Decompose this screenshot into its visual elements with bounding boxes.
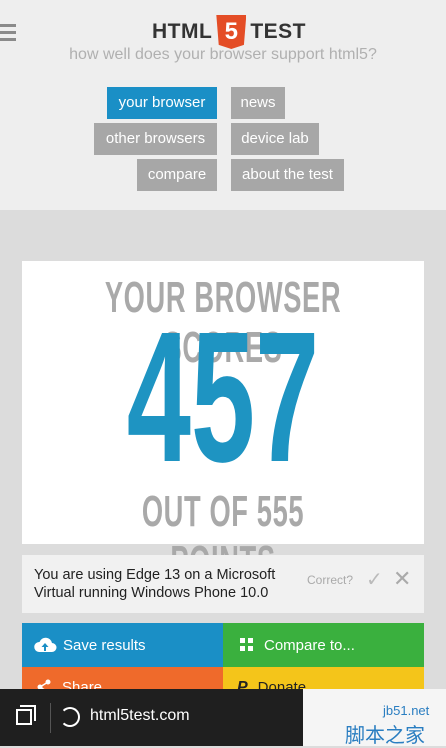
- refresh-icon[interactable]: [60, 707, 80, 727]
- address-url[interactable]: html5test.com: [90, 707, 190, 725]
- logo-html-text: HTML: [152, 20, 213, 43]
- browser-info-box: You are using Edge 13 on a Microsoft Vir…: [22, 555, 424, 613]
- site-header: HTML 5 TEST how well does your browser s…: [0, 0, 446, 210]
- score-card: YOUR BROWSER SCORES 457 OUT OF 555 POINT…: [22, 261, 424, 586]
- divider: [50, 703, 51, 733]
- site-logo[interactable]: HTML 5 TEST: [152, 15, 306, 49]
- watermark: jb51.net 脚本之家: [303, 689, 446, 747]
- nav-device-lab[interactable]: device lab: [231, 123, 319, 155]
- close-icon[interactable]: ✕: [393, 566, 411, 592]
- tabs-icon[interactable]: [16, 709, 32, 725]
- hamburger-menu-icon[interactable]: [0, 24, 16, 42]
- watermark-url: jb51.net: [383, 703, 430, 718]
- browser-info-text: You are using Edge 13 on a Microsoft Vir…: [34, 567, 276, 601]
- save-results-label: Save results: [63, 636, 146, 654]
- cloud-upload-icon: [34, 637, 57, 652]
- nav-news[interactable]: news: [231, 87, 285, 119]
- correct-label: Correct?: [307, 573, 354, 587]
- html5-shield-icon: 5: [216, 15, 247, 49]
- browser-address-bar: html5test.com: [0, 689, 303, 746]
- nav-compare[interactable]: compare: [137, 159, 217, 191]
- tagline: how well does your browser support html5…: [69, 46, 377, 63]
- logo-test-text: TEST: [250, 20, 306, 43]
- compare-to-button[interactable]: Compare to...: [223, 623, 424, 667]
- score-value: 457: [126, 294, 320, 501]
- nav-other-browsers[interactable]: other browsers: [94, 123, 217, 155]
- watermark-site-name: 脚本之家: [345, 725, 425, 747]
- compare-to-label: Compare to...: [264, 636, 355, 654]
- nav-about-the-test[interactable]: about the test: [231, 159, 344, 191]
- nav-your-browser[interactable]: your browser: [107, 87, 217, 119]
- grid-icon: [240, 638, 253, 651]
- save-results-button[interactable]: Save results: [22, 623, 223, 667]
- check-icon[interactable]: ✓: [366, 567, 383, 592]
